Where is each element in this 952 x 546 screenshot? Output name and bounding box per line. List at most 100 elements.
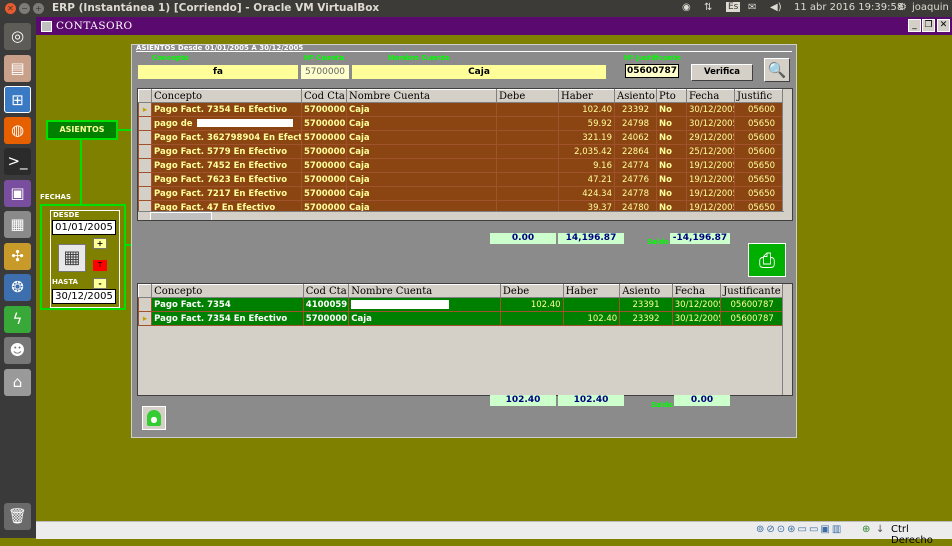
cod-cta-cell[interactable]: 5700000	[301, 102, 347, 117]
haber-cell[interactable]: 47.21	[558, 172, 615, 187]
row-selector[interactable]: ▸	[138, 102, 152, 117]
column-header[interactable]: Debe	[496, 89, 559, 103]
column-header[interactable]: Nombre Cuenta	[346, 89, 497, 103]
virtualbox-icon[interactable]: ❂	[4, 274, 31, 301]
haber-cell[interactable]: 102.40	[562, 311, 621, 326]
row-selector[interactable]	[138, 186, 152, 201]
haber-cell[interactable]: 102.40	[558, 102, 615, 117]
row-selector[interactable]	[138, 172, 152, 187]
cod-cta-cell[interactable]: 5700000	[301, 116, 347, 131]
haber-cell[interactable]: 424.34	[558, 186, 615, 201]
justificante-field[interactable]: 05600787	[625, 64, 679, 78]
close-button[interactable]: ✕	[937, 19, 950, 32]
concepto-cell[interactable]: Pago Fact. 7354	[151, 297, 304, 312]
users-icon[interactable]: ☻	[4, 337, 31, 364]
asiento-cell[interactable]: 24062	[614, 130, 657, 145]
column-header[interactable]: Pto	[656, 89, 687, 103]
column-header[interactable]: Haber	[562, 284, 621, 298]
cod-cta-cell[interactable]: 5700000	[301, 144, 347, 159]
table-row[interactable]: Pago Fact. 7623 En Efectivo 5700000 Caja 47…	[138, 172, 789, 187]
minimize-window-button[interactable]: −	[19, 3, 30, 14]
keyboard-layout-indicator[interactable]: Es	[726, 2, 741, 12]
concepto-cell[interactable]: Pago Fact. 7354 En Efectivo	[151, 102, 302, 117]
nombre-cuenta-cell[interactable]: Caja	[346, 102, 497, 117]
concepto-cell[interactable]: Pago Fact. 7623 En Efectivo	[151, 172, 302, 187]
pto-cell[interactable]: No	[656, 158, 687, 173]
nombre-cuenta-cell[interactable]: Caja	[346, 158, 497, 173]
terminal-icon[interactable]: >_	[4, 148, 31, 175]
table-row[interactable]: Pago Fact. 362798904 En Efectivo 5700000 C…	[138, 130, 789, 145]
display-settings-icon[interactable]: ▣	[4, 180, 31, 207]
justificante-cell[interactable]: 05600787	[720, 297, 784, 312]
justificante-cell[interactable]: 05650	[734, 116, 789, 131]
justificante-cell[interactable]: 05650	[734, 158, 789, 173]
map-icon[interactable]: ⌂	[4, 369, 31, 396]
pto-cell[interactable]: No	[656, 116, 687, 131]
row-selector[interactable]: ▸	[138, 311, 153, 326]
row-selector[interactable]	[138, 158, 152, 173]
cod-cta-cell[interactable]: 4100059	[302, 297, 350, 312]
haber-cell[interactable]: 2,035.42	[558, 144, 615, 159]
asiento-cell[interactable]: 23391	[619, 297, 673, 312]
search-icon[interactable]: 🔍	[764, 58, 790, 82]
haber-cell[interactable]: 321.19	[558, 130, 615, 145]
pto-cell[interactable]: No	[656, 172, 687, 187]
asiento-cell[interactable]: 22864	[614, 144, 657, 159]
row-selector[interactable]	[138, 130, 152, 145]
debe-cell[interactable]	[499, 311, 564, 326]
column-header[interactable]: Debe	[499, 284, 564, 298]
column-header[interactable]: Cod Cta	[301, 89, 347, 103]
transfer-icon[interactable]: ⇅	[704, 2, 712, 13]
table-row[interactable]: Pago Fact. 7217 En Efectivo 5700000 Caja 42…	[138, 186, 789, 201]
files-icon[interactable]: ▤	[4, 55, 31, 82]
table-row[interactable]: Pago Fact. 5779 En Efectivo 5700000 Caja 2,…	[138, 144, 789, 159]
table-row[interactable]: Pago Fact. 7354 4100059 102.40 23391 30/12/2…	[138, 297, 784, 312]
nombre-cuenta-cell[interactable]: Caja	[346, 130, 497, 145]
debe-cell[interactable]	[496, 158, 559, 173]
restore-button[interactable]: ❐	[922, 19, 935, 32]
cuenta-field[interactable]: 5700000	[301, 65, 349, 79]
gear-icon[interactable]: ⚙	[898, 2, 907, 13]
column-header[interactable]: Asiento	[614, 89, 657, 103]
concepto-cell[interactable]: Pago Fact. 7354 En Efectivo	[151, 311, 304, 326]
concepto-cell[interactable]: pago de	[151, 116, 302, 131]
printer-icon[interactable]: ⎙	[748, 243, 786, 277]
debe-cell[interactable]: 102.40	[499, 297, 564, 312]
row-selector[interactable]	[138, 116, 152, 131]
network-icon[interactable]: ◉	[682, 2, 691, 13]
minimize-button[interactable]: _	[908, 19, 921, 32]
fecha-cell[interactable]: 30/12/2005	[686, 116, 735, 131]
justificante-cell[interactable]: 05650	[734, 172, 789, 187]
mail-icon[interactable]: ✉	[748, 2, 756, 13]
asiento-cell[interactable]: 24798	[614, 116, 657, 131]
fecha-cell[interactable]: 30/12/2005	[671, 311, 722, 326]
pto-cell[interactable]: No	[656, 130, 687, 145]
column-header[interactable]: Concepto	[151, 284, 304, 298]
debe-cell[interactable]	[496, 144, 559, 159]
debe-cell[interactable]	[496, 130, 559, 145]
column-header[interactable]: Nombre Cuenta	[348, 284, 501, 298]
justificante-cell[interactable]: 05600	[734, 130, 789, 145]
maximize-window-button[interactable]: +	[33, 3, 44, 14]
nombre-cuenta-cell[interactable]: Caja	[348, 311, 501, 326]
cod-cta-cell[interactable]: 5700000	[301, 130, 347, 145]
fecha-cell[interactable]: 25/12/2005	[686, 144, 735, 159]
concepto-cell[interactable]: Pago Fact. 5779 En Efectivo	[151, 144, 302, 159]
column-header[interactable]: Fecha	[671, 284, 722, 298]
vertical-scrollbar[interactable]	[782, 284, 792, 395]
pto-cell[interactable]: No	[656, 186, 687, 201]
justificante-cell[interactable]: 05600	[734, 144, 789, 159]
column-header[interactable]: Fecha	[686, 89, 735, 103]
haber-cell[interactable]: 9.16	[558, 158, 615, 173]
volume-icon[interactable]: ◀)	[770, 2, 782, 13]
cod-cta-cell[interactable]: 5700000	[301, 186, 347, 201]
column-header[interactable]: Haber	[558, 89, 615, 103]
concepto-cell[interactable]: Pago Fact. 7217 En Efectivo	[151, 186, 302, 201]
fecha-cell[interactable]: 29/12/2005	[686, 130, 735, 145]
nombre-cuenta-cell[interactable]: Caja	[346, 172, 497, 187]
fecha-cell[interactable]: 19/12/2005	[686, 186, 735, 201]
close-window-button[interactable]: ✕	[5, 3, 16, 14]
desde-date-field[interactable]: 01/01/2005	[52, 220, 116, 235]
concepto-cell[interactable]: Pago Fact. 362798904 En Efectivo	[151, 130, 302, 145]
haber-cell[interactable]: 59.92	[558, 116, 615, 131]
